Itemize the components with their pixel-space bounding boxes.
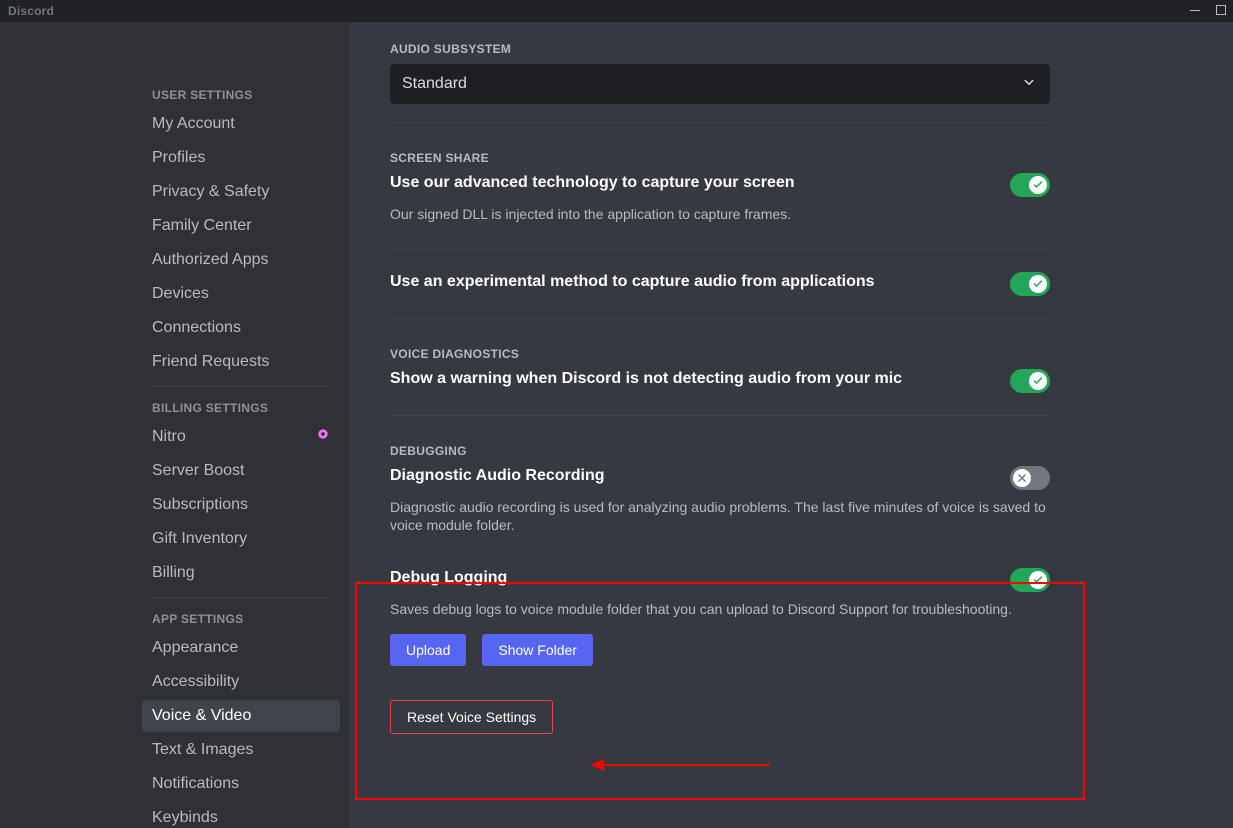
setting-description: Saves debug logs to voice module folder …: [390, 600, 1050, 618]
sidebar-item-label: Devices: [152, 284, 209, 304]
sidebar-item-label: Text & Images: [152, 740, 253, 760]
sidebar-item-label: Appearance: [152, 638, 238, 658]
toggle-mic-warning[interactable]: [1010, 369, 1050, 393]
sidebar-item-billing[interactable]: Billing: [142, 557, 340, 589]
setting-description: Diagnostic audio recording is used for a…: [390, 498, 1050, 534]
sidebar-item-authorized-apps[interactable]: Authorized Apps: [142, 244, 340, 276]
sidebar-item-label: Gift Inventory: [152, 529, 247, 549]
sidebar-item-connections[interactable]: Connections: [142, 312, 340, 344]
setting-title: Use our advanced technology to capture y…: [390, 173, 795, 193]
nitro-badge-icon: [316, 427, 330, 447]
setting-title: Use an experimental method to capture au…: [390, 272, 875, 292]
sidebar-item-label: Profiles: [152, 148, 205, 168]
separator: [390, 318, 1050, 319]
sidebar-item-profiles[interactable]: Profiles: [142, 142, 340, 174]
sidebar-item-friend-requests[interactable]: Friend Requests: [142, 346, 340, 378]
sidebar-item-voice-video[interactable]: Voice & Video: [142, 700, 340, 732]
sidebar-section-header: APP SETTINGS: [142, 606, 340, 632]
app-name: Discord: [8, 4, 54, 18]
window-controls: [1189, 4, 1229, 19]
titlebar: Discord: [0, 0, 1233, 22]
section-label-audio-subsystem: AUDIO SUBSYSTEM: [390, 42, 1050, 56]
chevron-down-icon: [1020, 73, 1038, 96]
sidebar-item-privacy-safety[interactable]: Privacy & Safety: [142, 176, 340, 208]
sidebar-section-header: BILLING SETTINGS: [142, 395, 340, 421]
sidebar-item-appearance[interactable]: Appearance: [142, 632, 340, 664]
sidebar-item-nitro[interactable]: Nitro: [142, 421, 340, 453]
sidebar-item-label: Connections: [152, 318, 241, 338]
sidebar-item-label: Voice & Video: [152, 706, 251, 726]
separator: [390, 122, 1050, 123]
sidebar-divider: [152, 597, 330, 598]
toggle-debug-logging[interactable]: [1010, 568, 1050, 592]
show-folder-button[interactable]: Show Folder: [482, 634, 593, 666]
sidebar-item-label: Accessibility: [152, 672, 239, 692]
section-label-debugging: DEBUGGING: [390, 444, 1050, 458]
sidebar-item-label: Billing: [152, 563, 195, 583]
setting-description: Our signed DLL is injected into the appl…: [390, 205, 1050, 223]
sidebar-item-my-account[interactable]: My Account: [142, 108, 340, 140]
sidebar-item-family-center[interactable]: Family Center: [142, 210, 340, 242]
audio-subsystem-select[interactable]: Standard: [390, 64, 1050, 104]
upload-button[interactable]: Upload: [390, 634, 466, 666]
sidebar-item-keybinds[interactable]: Keybinds: [142, 802, 340, 828]
sidebar-item-label: Nitro: [152, 427, 186, 447]
separator: [390, 249, 1050, 250]
setting-title: Debug Logging: [390, 568, 507, 588]
sidebar-item-label: Privacy & Safety: [152, 182, 269, 202]
settings-content: AUDIO SUBSYSTEM Standard SCREEN SHARE Us…: [350, 22, 1233, 828]
settings-sidebar: USER SETTINGS My Account Profiles Privac…: [132, 22, 350, 828]
setting-title: Diagnostic Audio Recording: [390, 466, 605, 486]
sidebar-item-notifications[interactable]: Notifications: [142, 768, 340, 800]
toggle-advanced-capture[interactable]: [1010, 173, 1050, 197]
section-label-voice-diagnostics: VOICE DIAGNOSTICS: [390, 347, 1050, 361]
maximize-button[interactable]: [1215, 4, 1227, 19]
sidebar-divider: [152, 386, 330, 387]
toggle-diagnostic-audio[interactable]: [1010, 466, 1050, 490]
sidebar-item-accessibility[interactable]: Accessibility: [142, 666, 340, 698]
sidebar-item-label: Authorized Apps: [152, 250, 269, 270]
minimize-button[interactable]: [1189, 4, 1201, 19]
sidebar-item-text-images[interactable]: Text & Images: [142, 734, 340, 766]
sidebar-item-label: Keybinds: [152, 808, 218, 828]
sidebar-left-gutter: [0, 22, 132, 828]
reset-voice-settings-button[interactable]: Reset Voice Settings: [390, 700, 553, 734]
sidebar-item-devices[interactable]: Devices: [142, 278, 340, 310]
sidebar-item-label: My Account: [152, 114, 235, 134]
sidebar-item-label: Family Center: [152, 216, 252, 236]
sidebar-item-server-boost[interactable]: Server Boost: [142, 455, 340, 487]
section-label-screen-share: SCREEN SHARE: [390, 151, 1050, 165]
setting-title: Show a warning when Discord is not detec…: [390, 369, 902, 389]
separator: [390, 415, 1050, 416]
sidebar-item-label: Server Boost: [152, 461, 244, 481]
sidebar-section-header: USER SETTINGS: [142, 82, 340, 108]
sidebar-item-label: Notifications: [152, 774, 239, 794]
sidebar-item-subscriptions[interactable]: Subscriptions: [142, 489, 340, 521]
sidebar-item-gift-inventory[interactable]: Gift Inventory: [142, 523, 340, 555]
sidebar-item-label: Friend Requests: [152, 352, 269, 372]
select-value: Standard: [402, 75, 467, 93]
toggle-experimental-audio[interactable]: [1010, 272, 1050, 296]
sidebar-item-label: Subscriptions: [152, 495, 248, 515]
